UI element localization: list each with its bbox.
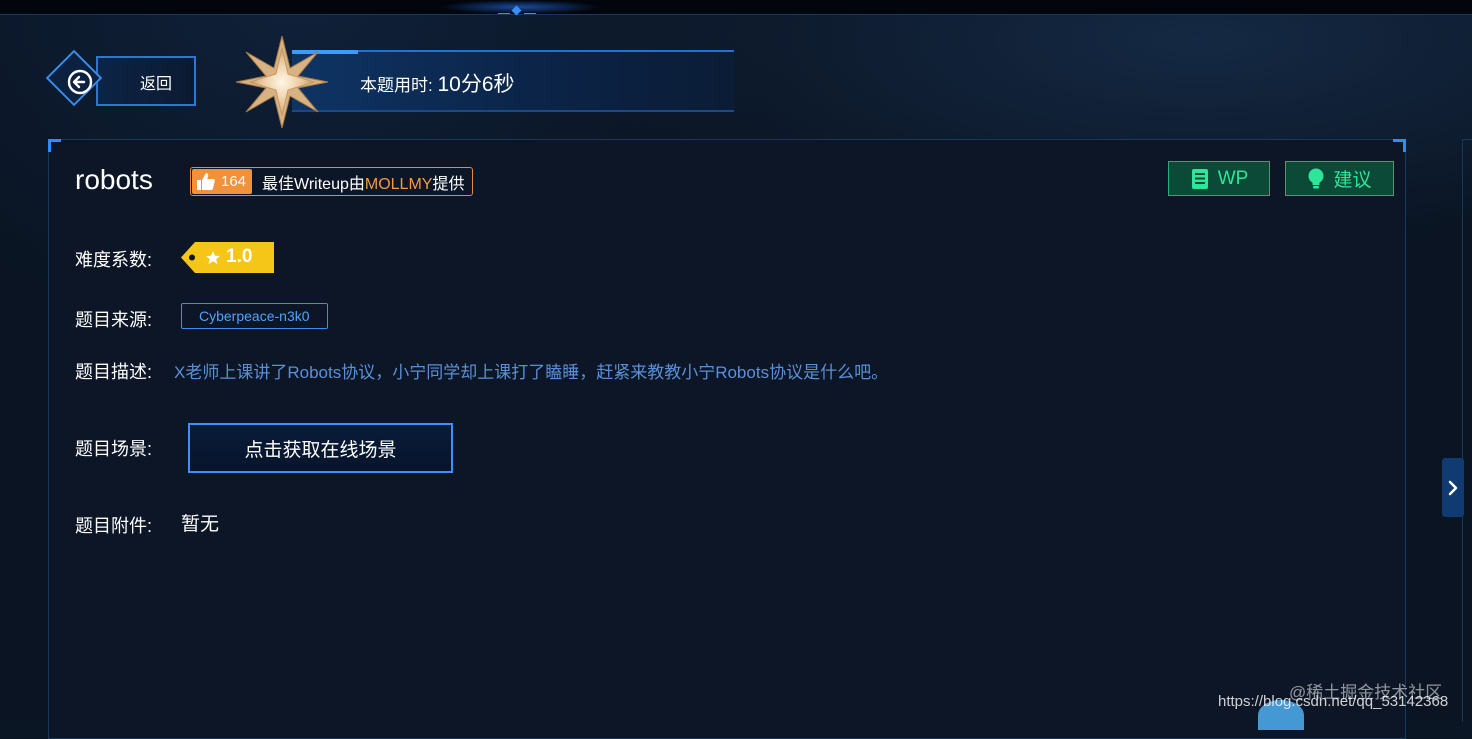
wp-button-label: WP [1217,167,1249,189]
panel-corner-top-right [1393,139,1406,152]
writeup-credit: 最佳Writeup由MOLLMY提供 [252,170,472,194]
description-text: X老师上课讲了Robots协议，小宁同学却上课打了瞌睡，赶紧来教教小宁Robot… [174,363,889,382]
timer-panel: 本题用时: 10分6秒 [234,34,744,130]
document-icon [1191,168,1208,189]
writeup-prefix: 最佳Writeup由 [262,175,365,193]
get-online-scene-button[interactable]: 点击获取在线场景 [188,423,453,473]
top-bar-dash-left [498,13,510,14]
difficulty-label: 难度系数: [75,250,153,270]
timer-text: 本题用时: 10分6秒 [360,68,515,98]
writeup-suffix: 提供 [432,175,465,193]
panel-corner-top-left [48,139,61,152]
challenge-panel: robots 164 最佳Writeup由MOLLMY提供 WP 建议 难度系数… [48,139,1406,739]
difficulty-value: 1.0 [226,246,253,267]
top-bar-dash-right [524,13,536,14]
like-count[interactable]: 164 [192,169,253,194]
timer-value: 10分6秒 [437,73,515,96]
back-button-label: 返回 [140,76,173,93]
writeup-author[interactable]: MOLLMY [365,176,433,193]
back-button[interactable]: 返回 [45,49,200,111]
source-tag[interactable]: Cyberpeace-n3k0 [181,303,328,329]
thumbs-up-icon [197,173,215,190]
star-medal-icon [235,35,329,129]
description-label: 题目描述: [75,362,153,382]
chevron-right-icon [1448,480,1458,495]
top-bar [0,0,1472,16]
like-count-value: 164 [221,173,247,190]
difficulty-tag: 1.0 [181,240,276,275]
challenge-title: robots [75,164,153,195]
writeup-badge[interactable]: 164 最佳Writeup由MOLLMY提供 [190,167,474,196]
suggestion-button-label: 建议 [1333,170,1372,191]
wp-button[interactable]: WP [1168,161,1270,196]
attachment-value: 暂无 [181,514,220,535]
arrow-left-icon [67,69,93,95]
lightbulb-icon [1308,168,1324,188]
timer-label: 本题用时: [360,76,433,95]
next-challenge-tab[interactable] [1442,458,1464,517]
watermark-csdn: https://blog.csdn.net/qq_53142368 [1218,693,1449,710]
source-label: 题目来源: [75,310,153,330]
attachment-label: 题目附件: [75,516,153,536]
suggestion-button[interactable]: 建议 [1285,161,1394,196]
next-panel-frame [1462,139,1472,722]
scene-label: 题目场景: [75,439,153,459]
